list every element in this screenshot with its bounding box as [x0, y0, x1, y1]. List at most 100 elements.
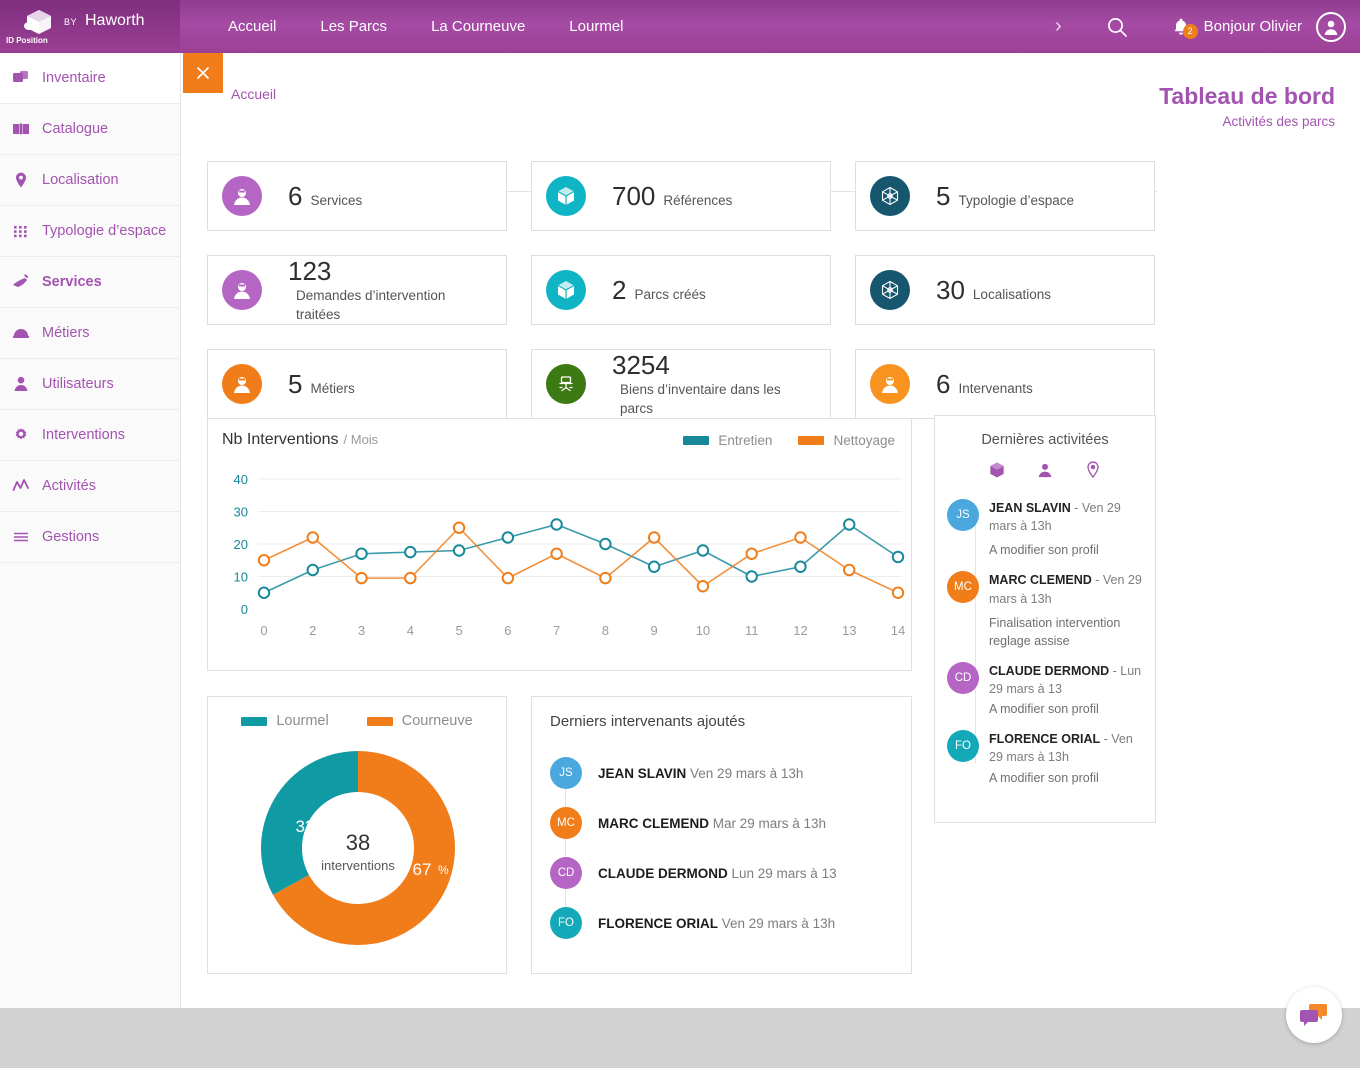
sidebar-item-label: Utilisateurs	[42, 376, 114, 392]
activity-name: MARC CLEMEND	[989, 573, 1092, 587]
sidebar-item-label: Services	[42, 274, 102, 290]
person-badge-icon	[870, 364, 910, 404]
activities-panel: Dernières activitées JS JEAN SLAVIN - Ve…	[934, 415, 1156, 823]
helmet-icon	[12, 324, 42, 342]
user-avatar-icon[interactable]	[1316, 12, 1346, 42]
legend-nettoyage[interactable]: Nettoyage	[798, 433, 895, 448]
svg-text:38: 38	[346, 830, 370, 855]
kpi-label: Biens d’inventaire dans les parcs	[620, 381, 800, 417]
brand-by-label: BY	[64, 17, 77, 27]
map-pin-icon	[12, 171, 42, 189]
kpi-label: Parcs créés	[634, 286, 705, 304]
line-chart-subtitle: / Mois	[344, 432, 379, 447]
sidebar-item-activites[interactable]: Activités	[0, 461, 180, 512]
activity-item[interactable]: JS JEAN SLAVIN - Ven 29 mars à 13h A mod…	[935, 499, 1155, 559]
kpi-card-metiers[interactable]: 5 Métiers	[207, 349, 507, 419]
sidebar-item-services[interactable]: Services	[0, 257, 180, 308]
nav-right-cluster: › 2 Bonjour Olivier	[1033, 12, 1360, 42]
map-pin-icon[interactable]	[1083, 460, 1103, 485]
activity-desc: A modifier son profil	[989, 700, 1145, 718]
activity-item[interactable]: FO FLORENCE ORIAL - Ven 29 mars à 13h A …	[935, 730, 1155, 786]
chevron-right-icon[interactable]: ›	[1033, 15, 1084, 38]
kpi-value: 5	[288, 369, 302, 400]
intervenant-item[interactable]: CD CLAUDE DERMOND Lun 29 mars à 13	[550, 848, 911, 898]
svg-text:14: 14	[891, 623, 905, 638]
legend-swatch	[683, 436, 709, 445]
brand-logo[interactable]: BY Haworth ID Position	[0, 0, 180, 53]
line-chart-plot: 0102030400234567891011121314	[208, 469, 911, 664]
activity-item[interactable]: CD CLAUDE DERMOND - Lun 29 mars à 13 A m…	[935, 662, 1155, 718]
page-title: Tableau de bord	[1159, 83, 1335, 110]
svg-text:%: %	[326, 820, 337, 834]
person-icon[interactable]	[1035, 460, 1055, 485]
sidebar-item-inventaire[interactable]: Inventaire	[0, 53, 180, 104]
nav-link-les-parcs[interactable]: Les Parcs	[298, 0, 409, 53]
footer-bar	[0, 1008, 1360, 1068]
svg-text:33: 33	[296, 817, 315, 836]
avatar: FO	[947, 730, 979, 762]
chat-bubbles-icon[interactable]	[1286, 987, 1342, 1043]
person-badge-icon	[222, 270, 262, 310]
kpi-card-biens-inventaire[interactable]: 3254 Biens d’inventaire dans les parcs	[531, 349, 831, 419]
legend-courneuve[interactable]: Courneuve	[367, 713, 473, 729]
sidebar-item-typologie-despace[interactable]: Typologie d’espace	[0, 206, 180, 257]
sidebar-item-label: Interventions	[42, 427, 125, 443]
kpi-label: Typologie d’espace	[958, 192, 1074, 210]
close-icon[interactable]	[183, 53, 223, 93]
box-icon[interactable]	[987, 460, 1007, 485]
legend-swatch	[367, 717, 393, 726]
intervenant-date: Ven 29 mars à 13h	[690, 766, 803, 781]
avatar: CD	[550, 857, 582, 889]
legend-entretien[interactable]: Entretien	[683, 433, 772, 448]
activity-desc: Finalisation intervention reglage assise	[989, 614, 1145, 650]
book-icon	[12, 120, 42, 138]
intervenant-item[interactable]: FO FLORENCE ORIAL Ven 29 mars à 13h	[550, 898, 911, 948]
sidebar-item-utilisateurs[interactable]: Utilisateurs	[0, 359, 180, 410]
intervenant-item[interactable]: MC MARC CLEMEND Mar 29 mars à 13h	[550, 798, 911, 848]
person-badge-icon	[222, 176, 262, 216]
page-subtitle: Activités des parcs	[1159, 114, 1335, 129]
avatar: JS	[550, 757, 582, 789]
hamburger-icon	[12, 528, 42, 546]
search-icon[interactable]	[1084, 16, 1150, 38]
legend-swatch	[798, 436, 824, 445]
kpi-value: 2	[612, 275, 626, 306]
activity-item[interactable]: MC MARC CLEMEND - Ven 29 mars à 13h Fina…	[935, 571, 1155, 650]
intervenant-item[interactable]: JS JEAN SLAVIN Ven 29 mars à 13h	[550, 748, 911, 798]
kpi-label: Services	[310, 192, 362, 210]
donut-chart-card: Lourmel Courneuve 38interventions33%67%	[207, 696, 507, 974]
kpi-card-typologie-despace[interactable]: 5 Typologie d’espace	[855, 161, 1155, 231]
legend-label: Lourmel	[276, 713, 328, 729]
sidebar-item-catalogue[interactable]: Catalogue	[0, 104, 180, 155]
kpi-card-demandes-intervention[interactable]: 123 Demandes d’intervention traitées	[207, 255, 507, 325]
kpi-label: Métiers	[310, 380, 354, 398]
activities-filter-icons	[935, 460, 1155, 485]
nav-link-lourmel[interactable]: Lourmel	[547, 0, 645, 53]
nav-link-accueil[interactable]: Accueil	[206, 0, 298, 53]
kpi-card-parcs-crees[interactable]: 2 Parcs créés	[531, 255, 831, 325]
svg-text:7: 7	[553, 623, 560, 638]
activity-name: FLORENCE ORIAL	[989, 732, 1100, 746]
kpi-card-services[interactable]: 6 Services	[207, 161, 507, 231]
sidebar-item-gestions[interactable]: Gestions	[0, 512, 180, 563]
notifications-bell[interactable]: 2	[1150, 17, 1204, 37]
page-title-block: Tableau de bord Activités des parcs	[1159, 83, 1335, 129]
layers-icon	[12, 69, 42, 87]
kpi-card-intervenants[interactable]: 6 Intervenants	[855, 349, 1155, 419]
intervenant-name: CLAUDE DERMOND	[598, 866, 728, 881]
sidebar-item-label: Catalogue	[42, 121, 108, 137]
intervenant-name: MARC CLEMEND	[598, 816, 709, 831]
activity-desc: A modifier son profil	[989, 769, 1145, 787]
cube-icon	[546, 270, 586, 310]
svg-text:13: 13	[842, 623, 856, 638]
kpi-card-references[interactable]: 700 Références	[531, 161, 831, 231]
sidebar-item-interventions[interactable]: Interventions	[0, 410, 180, 461]
trowel-icon	[12, 273, 42, 291]
legend-lourmel[interactable]: Lourmel	[241, 713, 328, 729]
sidebar-item-localisation[interactable]: Localisation	[0, 155, 180, 206]
nav-link-la-courneuve[interactable]: La Courneuve	[409, 0, 547, 53]
breadcrumb[interactable]: Accueil	[231, 86, 276, 102]
kpi-card-localisations[interactable]: 30 Localisations	[855, 255, 1155, 325]
sidebar-item-metiers[interactable]: Métiers	[0, 308, 180, 359]
activities-title: Dernières activitées	[935, 432, 1155, 448]
